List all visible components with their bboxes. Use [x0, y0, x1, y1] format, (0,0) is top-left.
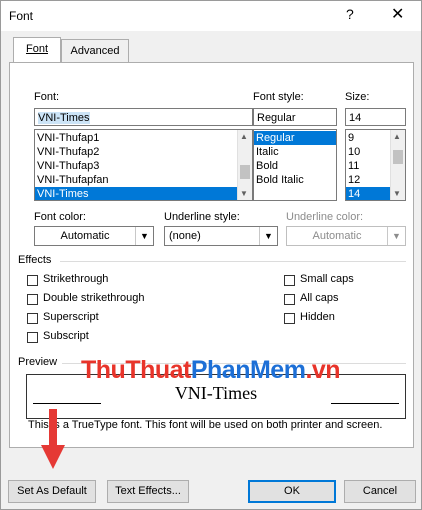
- font-tab-panel: Font: VNI-Times VNI-Thufap1 VNI-Thufap2 VN…: [9, 62, 414, 448]
- preview-sample: VNI-Times: [174, 383, 258, 403]
- red-down-arrow-icon: [41, 445, 65, 469]
- list-item[interactable]: Bold: [254, 159, 336, 173]
- set-as-default-button[interactable]: Set As Default: [8, 480, 96, 503]
- effect-label[interactable]: Double strikethrough: [43, 292, 145, 304]
- scroll-down-icon[interactable]: ▼: [393, 189, 401, 198]
- preview-baseline-right: [331, 403, 399, 404]
- effect-checkbox[interactable]: [27, 313, 38, 324]
- tab-advanced[interactable]: Advanced: [61, 39, 129, 63]
- underline-color-label: Underline color:: [286, 211, 364, 223]
- list-item[interactable]: Regular: [254, 131, 336, 145]
- list-item[interactable]: VNI-Thufapfan: [35, 173, 252, 187]
- red-arrow-shaft: [49, 409, 57, 447]
- title-bar: Font ? ✕: [1, 1, 421, 31]
- scroll-up-icon[interactable]: ▲: [240, 132, 248, 141]
- help-button[interactable]: ?: [346, 6, 354, 22]
- font-style-input[interactable]: Regular: [253, 108, 337, 126]
- list-item[interactable]: VNI-Thufap2: [35, 145, 252, 159]
- ok-button[interactable]: OK: [248, 480, 336, 503]
- font-color-dropdown[interactable]: Automatic ▼: [34, 226, 154, 246]
- effect-label[interactable]: Subscript: [43, 330, 89, 342]
- font-dialog: Font ? ✕ Font Advanced Font: VNI-Times V…: [0, 0, 422, 510]
- size-list-scrollbar[interactable]: ▲ ▼: [390, 130, 405, 200]
- effect-checkbox[interactable]: [27, 294, 38, 305]
- effect-label[interactable]: Small caps: [300, 273, 354, 285]
- effects-divider: [60, 261, 406, 262]
- font-style-list[interactable]: Regular Italic Bold Bold Italic: [253, 129, 337, 201]
- scroll-down-icon[interactable]: ▼: [240, 189, 248, 198]
- list-item[interactable]: Bold Italic: [254, 173, 336, 187]
- effect-checkbox[interactable]: [284, 313, 295, 324]
- effect-checkbox[interactable]: [284, 294, 295, 305]
- chevron-down-icon[interactable]: ▼: [135, 227, 153, 245]
- font-label: Font:: [34, 91, 60, 103]
- effect-checkbox[interactable]: [284, 275, 295, 286]
- font-style-label: Font style:: [253, 91, 304, 103]
- close-button[interactable]: ✕: [391, 4, 404, 24]
- underline-color-dropdown: Automatic ▼: [286, 226, 406, 246]
- tab-font[interactable]: Font: [13, 37, 61, 62]
- effect-label[interactable]: Superscript: [43, 311, 99, 323]
- effect-label[interactable]: Hidden: [300, 311, 335, 323]
- effect-checkbox[interactable]: [27, 332, 38, 343]
- size-input[interactable]: 14: [345, 108, 406, 126]
- chevron-down-icon: ▼: [387, 227, 405, 245]
- font-color-label: Font color:: [34, 211, 86, 223]
- effect-label[interactable]: Strikethrough: [43, 273, 108, 285]
- text-effects-button[interactable]: Text Effects...: [107, 480, 189, 503]
- underline-style-dropdown[interactable]: (none) ▼: [164, 226, 278, 246]
- effects-heading: Effects: [18, 254, 52, 266]
- cancel-button[interactable]: Cancel: [344, 480, 416, 503]
- scroll-thumb[interactable]: [393, 150, 403, 164]
- size-list[interactable]: 9 10 11 12 14 ▲ ▼: [345, 129, 406, 201]
- font-input[interactable]: VNI-Times: [34, 108, 253, 126]
- scroll-up-icon[interactable]: ▲: [393, 132, 401, 141]
- watermark-logo: ThuThuatPhanMem.vn: [81, 356, 341, 384]
- chevron-down-icon[interactable]: ▼: [259, 227, 277, 245]
- list-item[interactable]: VNI-Thufap3: [35, 159, 252, 173]
- scroll-thumb[interactable]: [240, 165, 250, 179]
- underline-style-label: Underline style:: [164, 211, 240, 223]
- effect-checkbox[interactable]: [27, 275, 38, 286]
- list-item[interactable]: VNI-Thufap1: [35, 131, 252, 145]
- font-type-note: This is a TrueType font. This font will …: [28, 419, 383, 431]
- preview-heading: Preview: [18, 356, 58, 368]
- font-list[interactable]: VNI-Thufap1 VNI-Thufap2 VNI-Thufap3 VNI-Thu…: [34, 129, 253, 201]
- list-item[interactable]: Italic: [254, 145, 336, 159]
- list-item[interactable]: VNI-Times: [35, 187, 252, 200]
- effect-label[interactable]: All caps: [300, 292, 339, 304]
- window-title: Font: [9, 9, 34, 23]
- font-list-scrollbar[interactable]: ▲ ▼: [237, 130, 252, 200]
- size-label: Size:: [345, 91, 370, 103]
